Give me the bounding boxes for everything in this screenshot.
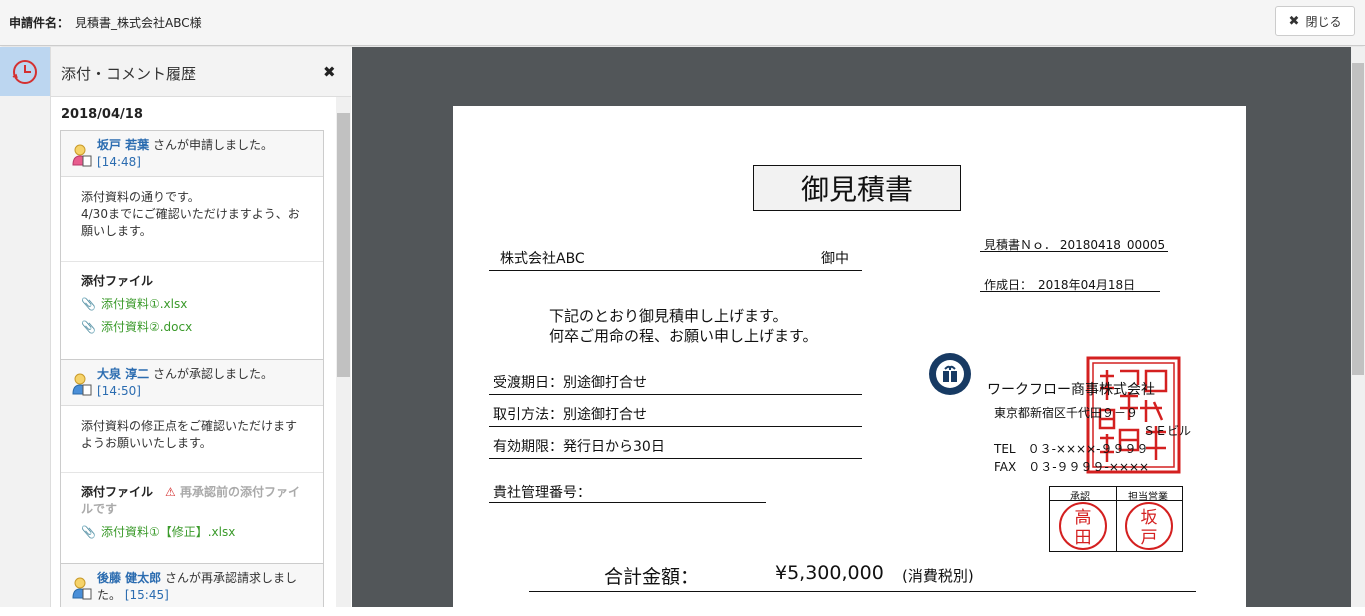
company-fax: FAX ０３-９９９９-××××	[994, 460, 1150, 474]
timestamp: [14:48]	[97, 155, 141, 169]
side-rail	[0, 47, 51, 607]
client-name: 株式会社ABC	[500, 251, 585, 267]
svg-text:高: 高	[1075, 508, 1092, 528]
comment-text: 添付資料の修正点をご確認いただけますようお願いいたします。	[61, 406, 323, 473]
user-name[interactable]: 大泉 淳二	[97, 367, 149, 381]
paperclip-icon: 📎	[81, 319, 96, 334]
panel-title: 添付・コメント履歴	[61, 65, 197, 83]
comment-history-panel: 添付・コメント履歴 ✖ 2018/04/18 坂戸 若葉 さんが申請しました。 …	[51, 47, 351, 607]
panel-close-icon[interactable]: ✖	[323, 63, 336, 81]
close-label: 閉じる	[1305, 14, 1342, 29]
doc-title: 御見積書	[753, 165, 961, 211]
history-date: 2018/04/18	[61, 107, 143, 122]
top-bar: 申請件名： 見積書_株式会社ABC様 ✖ 閉じる	[0, 0, 1365, 46]
history-entry: 大泉 淳二 さんが承認しました。 [14:50] 添付資料の修正点をご確認いただ…	[60, 359, 324, 569]
user-name[interactable]: 後藤 健太郎	[97, 571, 161, 585]
total-note: (消費税別)	[902, 567, 974, 585]
svg-text:田: 田	[1075, 528, 1092, 548]
warning-icon: ⚠	[165, 485, 176, 499]
total-label: 合計金額：	[604, 566, 700, 588]
request-title: 見積書_株式会社ABC様	[75, 16, 202, 30]
viewer-scrollbar-thumb[interactable]	[1352, 63, 1364, 375]
svg-text:坂: 坂	[1141, 508, 1158, 528]
company-logo	[929, 353, 971, 395]
close-button[interactable]: ✖ 閉じる	[1275, 6, 1355, 36]
total-amount: ¥5,300,000	[775, 562, 884, 584]
user-male-icon	[72, 373, 92, 396]
estimate-number: 20180418_00005	[1059, 238, 1166, 252]
company-address: 東京都新宿区千代田９－９	[994, 406, 1139, 420]
delivery-terms: 受渡期日：別途御打合せ	[493, 375, 647, 391]
clock-icon	[12, 60, 37, 84]
history-tab[interactable]	[0, 47, 50, 96]
history-entry: 後藤 健太郎 さんが再承認請求しました。 [15:45]	[60, 563, 324, 607]
created-date: 2018年04月18日	[1038, 278, 1136, 292]
history-list[interactable]: 2018/04/18 坂戸 若葉 さんが申請しました。 [14:48] 添付資料…	[51, 97, 351, 607]
panel-scrollbar-thumb[interactable]	[337, 113, 350, 377]
paperclip-icon: 📎	[81, 296, 96, 311]
company-tel: TEL ０３-××××-９９９９	[994, 442, 1149, 456]
history-entry: 坂戸 若葉 さんが申請しました。 [14:48] 添付資料の通りです。 4/30…	[60, 130, 324, 360]
timestamp: [15:45]	[124, 588, 169, 602]
request-title-label: 申請件名：	[9, 16, 70, 30]
payment-terms: 取引方法：別途御打合せ	[493, 407, 647, 423]
mgmt-number: 貴社管理番号：	[493, 485, 591, 501]
attachment-link[interactable]: 📎 添付資料①.xlsx	[81, 295, 303, 312]
attachment-link[interactable]: 📎 添付資料①【修正】.xlsx	[81, 523, 303, 540]
approver-stamp: 高 田	[1059, 502, 1107, 550]
svg-text:戸: 戸	[1141, 528, 1158, 548]
user-male-icon	[72, 577, 92, 600]
quotation-document: 御見積書 見積書Ｎｏ． 20180418_00005 作成日： 2018年04月…	[453, 106, 1246, 616]
close-icon: ✖	[1288, 13, 1300, 29]
user-female-icon	[72, 144, 92, 167]
attachments: 添付ファイル ⚠ 再承認前の添付ファイルです 📎 添付資料①【修正】.xlsx	[61, 473, 323, 554]
paperclip-icon: 📎	[81, 524, 96, 539]
attachment-link[interactable]: 📎 添付資料②.docx	[81, 318, 303, 335]
user-name[interactable]: 坂戸 若葉	[97, 138, 149, 152]
attachments: 添付ファイル 📎 添付資料①.xlsx 📎 添付資料②.docx	[61, 262, 323, 349]
company-name: ワークフロー商事株式会社	[987, 382, 1155, 398]
timestamp: [14:50]	[97, 384, 141, 398]
comment-text: 添付資料の通りです。 4/30までにご確認いただけますよう、お願いします。	[61, 177, 323, 262]
validity: 有効期限：発行日から30日	[493, 439, 665, 455]
sales-stamp: 坂 戸	[1125, 502, 1173, 550]
panel-header: 添付・コメント履歴 ✖	[51, 47, 351, 97]
